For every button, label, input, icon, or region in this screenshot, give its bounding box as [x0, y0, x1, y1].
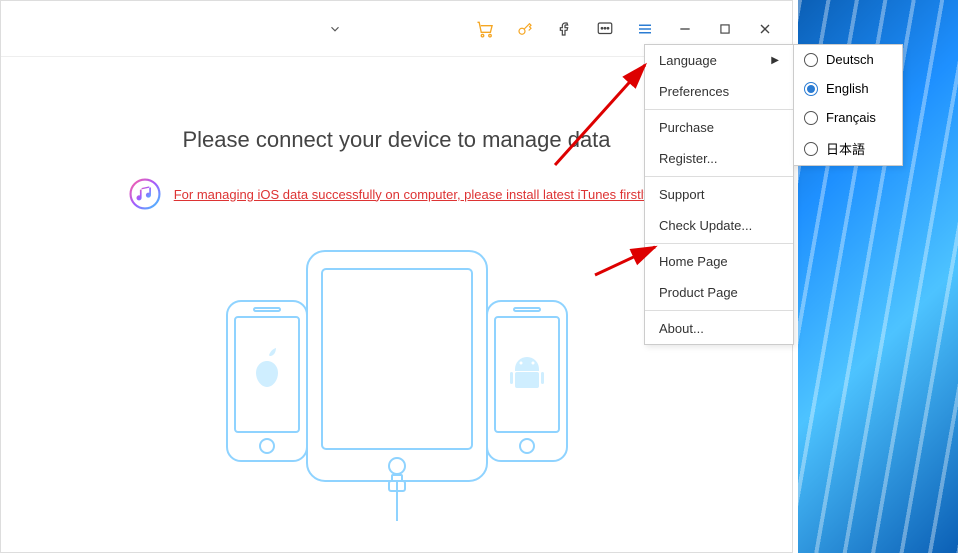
radio-icon: [804, 142, 818, 156]
menu-item-label: Check Update...: [659, 218, 752, 233]
menu-about[interactable]: About...: [645, 313, 793, 344]
radio-icon: [804, 82, 818, 96]
language-label: 日本語: [826, 139, 865, 158]
menu-separator: [645, 243, 793, 244]
maximize-icon[interactable]: [714, 18, 736, 40]
language-option-deutsch[interactable]: Deutsch: [794, 45, 902, 74]
language-label: Deutsch: [826, 52, 874, 67]
key-icon[interactable]: [514, 18, 536, 40]
minimize-icon[interactable]: [674, 18, 696, 40]
chevron-down-icon[interactable]: [322, 16, 348, 42]
menu-support[interactable]: Support: [645, 179, 793, 210]
menu-item-label: Purchase: [659, 120, 714, 135]
facebook-icon[interactable]: [554, 18, 576, 40]
menu-product-page[interactable]: Product Page: [645, 277, 793, 308]
menu-preferences[interactable]: Preferences: [645, 76, 793, 107]
radio-icon: [804, 53, 818, 67]
language-option-english[interactable]: English: [794, 74, 902, 103]
feedback-icon[interactable]: [594, 18, 616, 40]
hamburger-icon[interactable]: [634, 18, 656, 40]
menu-item-label: Register...: [659, 151, 718, 166]
language-option-japanese[interactable]: 日本語: [794, 132, 902, 165]
menu-separator: [645, 176, 793, 177]
itunes-icon: [128, 177, 162, 211]
submenu-caret-icon: ▶: [771, 55, 779, 66]
menu-separator: [645, 310, 793, 311]
menu-item-label: Preferences: [659, 84, 729, 99]
menu-item-label: Language: [659, 53, 717, 68]
menu-item-label: About...: [659, 321, 704, 336]
menu-item-label: Product Page: [659, 285, 738, 300]
language-submenu: Deutsch English Français 日本語: [793, 44, 903, 166]
itunes-install-link[interactable]: For managing iOS data successfully on co…: [174, 187, 666, 202]
close-icon[interactable]: [754, 18, 776, 40]
settings-menu: Language ▶ Preferences Purchase Register…: [644, 44, 794, 345]
menu-check-update[interactable]: Check Update...: [645, 210, 793, 241]
menu-item-label: Home Page: [659, 254, 728, 269]
menu-register[interactable]: Register...: [645, 143, 793, 174]
menu-item-label: Support: [659, 187, 705, 202]
cart-icon[interactable]: [474, 18, 496, 40]
language-label: English: [826, 81, 869, 96]
radio-icon: [804, 111, 818, 125]
menu-separator: [645, 109, 793, 110]
menu-home-page[interactable]: Home Page: [645, 246, 793, 277]
language-option-francais[interactable]: Français: [794, 103, 902, 132]
language-label: Français: [826, 110, 876, 125]
menu-purchase[interactable]: Purchase: [645, 112, 793, 143]
menu-language[interactable]: Language ▶: [645, 45, 793, 76]
